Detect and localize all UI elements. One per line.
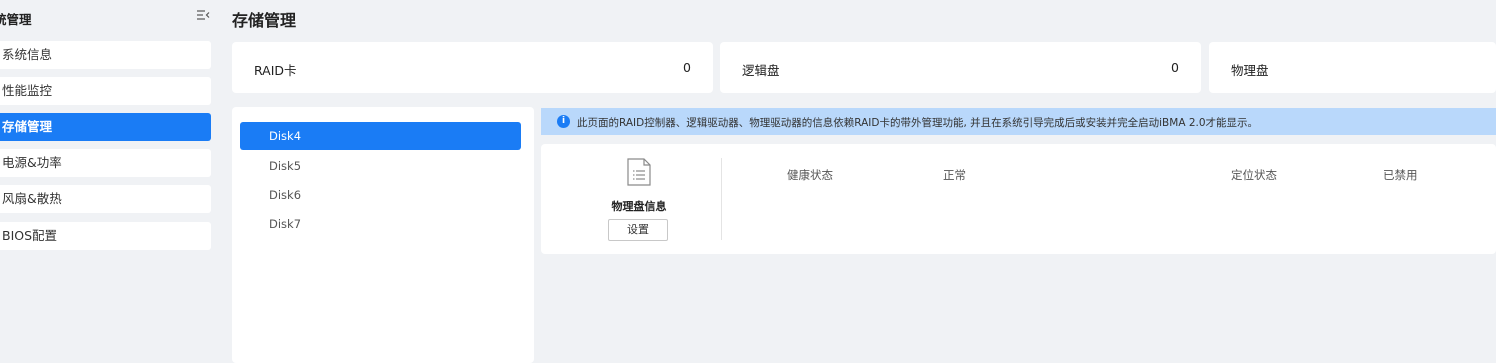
health-status-label: 健康状态 (787, 168, 833, 182)
disk-list-item-disk7[interactable]: Disk7 (240, 210, 521, 238)
raid-card-count: 0 (683, 60, 691, 75)
collapse-menu-icon[interactable] (196, 8, 210, 22)
physical-disk-summary: 物理盘 (1209, 42, 1496, 93)
page-title: 存储管理 (232, 11, 297, 30)
disk-list-item-disk6[interactable]: Disk6 (240, 181, 521, 209)
disk-list-panel: Disk4 Disk5 Disk6 Disk7 (232, 107, 534, 363)
sidebar-item-system-info[interactable]: 系统信息 (0, 41, 211, 69)
physical-disk-detail: 物理盘信息 设置 健康状态 正常 定位状态 已禁用 (541, 144, 1496, 254)
raid-card-label: RAID卡 (254, 63, 297, 78)
sidebar-item-power[interactable]: 电源&功率 (0, 149, 211, 177)
sidebar: 统管理 系统信息 性能监控 存储管理 电源&功率 风扇&散热 BIOS配置 (0, 0, 216, 363)
disk-list-item-disk5[interactable]: Disk5 (240, 152, 521, 180)
physical-disk-info-title: 物理盘信息 (611, 200, 667, 213)
locate-status-label: 定位状态 (1231, 168, 1277, 182)
sidebar-item-fan[interactable]: 风扇&散热 (0, 185, 211, 213)
divider (721, 158, 722, 240)
info-banner-text: 此页面的RAID控制器、逻辑驱动器、物理驱动器的信息依赖RAID卡的带外管理功能… (577, 117, 1259, 129)
logical-disk-summary: 逻辑盘 0 (720, 42, 1201, 93)
sidebar-item-bios[interactable]: BIOS配置 (0, 222, 211, 250)
physical-disk-label: 物理盘 (1231, 63, 1269, 78)
info-icon: i (557, 115, 570, 128)
locate-status-value: 已禁用 (1383, 168, 1418, 182)
sidebar-title: 统管理 (0, 12, 32, 27)
disk-list-item-disk4[interactable]: Disk4 (240, 122, 521, 150)
raid-card-summary: RAID卡 0 (232, 42, 713, 93)
sidebar-item-storage[interactable]: 存储管理 (0, 113, 211, 141)
document-icon (627, 158, 651, 186)
info-banner: i 此页面的RAID控制器、逻辑驱动器、物理驱动器的信息依赖RAID卡的带外管理… (541, 108, 1496, 135)
logical-disk-count: 0 (1171, 60, 1179, 75)
settings-button[interactable]: 设置 (608, 219, 668, 241)
logical-disk-label: 逻辑盘 (742, 63, 780, 78)
health-status-value: 正常 (943, 168, 966, 182)
sidebar-item-performance[interactable]: 性能监控 (0, 77, 211, 105)
